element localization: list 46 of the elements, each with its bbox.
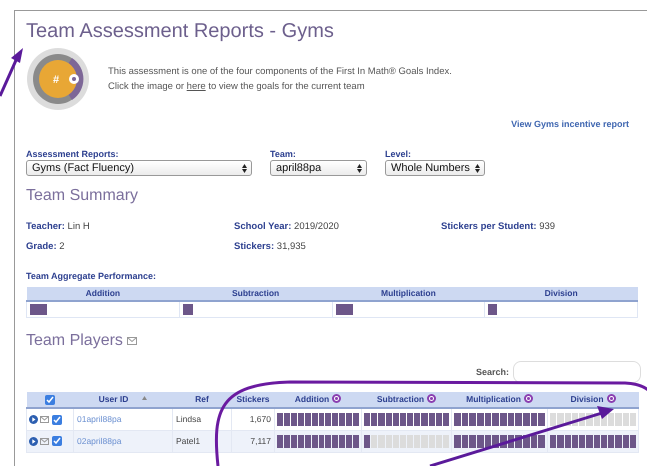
column-header: Multiplication [332, 286, 485, 300]
info-icon[interactable] [332, 394, 342, 404]
checkbox[interactable] [52, 436, 62, 446]
summary-fact: Stickers per Student: 939 [441, 220, 556, 234]
table-cell: Lindsa [172, 408, 232, 430]
search-label: Search: [476, 366, 509, 378]
filter-label: Assessment Reports: [26, 149, 119, 160]
column-header: Division [484, 286, 638, 300]
play-icon[interactable] [29, 415, 38, 424]
page-title: Team Assessment Reports - Gyms [26, 19, 335, 43]
checkbox[interactable] [45, 394, 55, 405]
updown-arrow-icon [474, 164, 480, 172]
table-cell: 7,117 [232, 430, 274, 452]
summary-fact: Grade: 2 [26, 240, 66, 254]
updown-arrow-icon [242, 164, 247, 172]
here-link[interactable]: here [186, 81, 206, 92]
summary-fact: School Year: 2019/2020 [234, 220, 340, 234]
play-icon[interactable] [29, 436, 38, 446]
envelope-icon[interactable] [40, 416, 50, 424]
dropdown[interactable]: Gyms (Fact Fluency) [26, 160, 252, 176]
envelope-icon[interactable] [126, 337, 137, 345]
info-icon[interactable] [606, 394, 616, 404]
envelope-icon[interactable] [40, 438, 50, 445]
info-icon[interactable] [524, 394, 533, 404]
checkbox[interactable] [52, 414, 62, 425]
summary-fact: Teacher: Lin H [26, 220, 91, 234]
filter-label: Team: [270, 149, 296, 160]
column-header: Addition [26, 286, 180, 300]
intro-text: Click the image or here to view the goals for the current team [108, 80, 366, 94]
search-field[interactable] [513, 361, 641, 383]
dropdown[interactable]: Whole Numbers [385, 160, 485, 176]
info-icon[interactable] [427, 394, 436, 404]
column-header: Subtraction [179, 286, 332, 300]
aggregate-label: Team Aggregate Performance: [26, 270, 158, 282]
section-heading: Team Players [26, 331, 123, 351]
updown-arrow-icon [357, 164, 362, 172]
annotation-arrow [0, 48, 23, 97]
column-header[interactable]: Ref [195, 394, 209, 404]
summary-fact: Stickers: 31,935 [234, 240, 307, 254]
incentive-report-link[interactable]: View Gyms incentive report [511, 119, 629, 129]
intro-text: This assessment is one of the four components of the First In Math® Goals Index. [108, 65, 452, 79]
filter-label: Level: [385, 149, 412, 160]
table-cell: 1,670 [232, 408, 274, 430]
column-header[interactable]: User ID [98, 394, 128, 404]
section-heading: Team Summary [26, 186, 140, 206]
dropdown[interactable]: april88pa [270, 160, 367, 176]
